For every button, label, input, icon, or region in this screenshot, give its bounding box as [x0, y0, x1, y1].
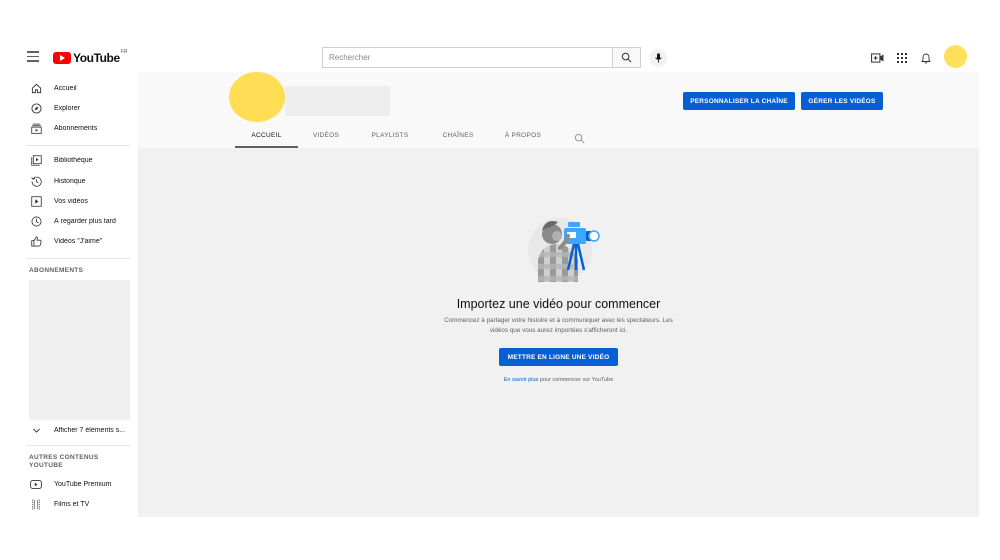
empty-state-title: Importez une vidéo pour commencer: [456, 297, 661, 311]
sidebar-item-films-tv[interactable]: Films et TV: [20, 495, 138, 513]
sidebar-item-explorer[interactable]: Explorer: [20, 99, 138, 117]
search-button[interactable]: [612, 47, 641, 68]
youtube-channel-page: YouTube FR Rechercher Accueil Explorer A…: [0, 0, 1000, 560]
subscriptions-icon: [29, 121, 43, 135]
sidebar-item-label: YouTube Premium: [54, 480, 112, 488]
search-input[interactable]: Rechercher: [322, 47, 612, 68]
sidebar-item-label: Abonnements: [54, 124, 98, 132]
logo-country-code: FR: [120, 49, 128, 55]
sidebar-item-abonnements[interactable]: Abonnements: [20, 119, 138, 137]
logo-text: YouTube: [73, 51, 120, 65]
sidebar-item-liked-videos[interactable]: Vidéos "J'aime": [20, 232, 138, 250]
tab-videos[interactable]: VIDÉOS: [303, 126, 349, 148]
thumbs-up-icon: [29, 234, 43, 248]
sidebar-item-label: Accueil: [54, 84, 77, 92]
learn-more-text: pour commencer sur YouTube: [538, 377, 614, 383]
create-video-button[interactable]: [870, 51, 884, 65]
sidebar-item-label: À regarder plus tard: [54, 217, 116, 225]
sidebar-item-label: Vos vidéos: [54, 197, 88, 205]
library-icon: [29, 153, 43, 167]
tab-chaines[interactable]: CHAÎNES: [433, 126, 483, 148]
sidebar-item-label: Films et TV: [54, 500, 90, 508]
history-icon: [29, 174, 43, 188]
apps-grid-icon: [897, 53, 907, 63]
sidebar-item-youtube-premium[interactable]: YouTube Premium: [20, 475, 138, 493]
sidebar-item-historique[interactable]: Historique: [20, 172, 138, 190]
account-avatar[interactable]: [944, 45, 967, 68]
search-placeholder: Rechercher: [329, 53, 371, 62]
channel-header: PERSONNALISER LA CHAÎNE GÉRER LES VIDÉOS…: [138, 72, 979, 148]
sidebar-item-label: Bibliothèque: [54, 156, 93, 164]
subscriptions-heading: ABONNEMENTS: [29, 267, 84, 274]
channel-avatar[interactable]: [229, 72, 285, 122]
menu-icon[interactable]: [27, 51, 39, 63]
tab-a-propos[interactable]: À PROPOS: [498, 126, 548, 148]
sidebar-divider: [26, 145, 130, 146]
tab-playlists[interactable]: PLAYLISTS: [362, 126, 418, 148]
apps-button[interactable]: [895, 51, 909, 65]
sidebar-divider: [26, 445, 130, 446]
channel-search-icon[interactable]: [574, 131, 586, 144]
microphone-icon: [654, 53, 662, 63]
sidebar-item-bibliotheque[interactable]: Bibliothèque: [20, 151, 138, 169]
sidebar-item-accueil[interactable]: Accueil: [20, 79, 138, 97]
chevron-down-icon: [29, 423, 43, 437]
voice-search-button[interactable]: [649, 49, 667, 67]
learn-more-line: En savoir plus pour commencer sur YouTub…: [138, 377, 979, 383]
empty-state-description: Commencez à partager votre histoire et à…: [444, 317, 673, 334]
top-header: YouTube FR Rechercher: [20, 42, 980, 72]
channel-name-placeholder: [285, 86, 390, 116]
camera-operator-illustration: [528, 218, 600, 282]
subscriptions-list-placeholder: [29, 280, 130, 420]
manage-videos-button[interactable]: GÉRER LES VIDÉOS: [801, 92, 883, 110]
upload-video-button[interactable]: METTRE EN LIGNE UNE VIDÉO: [499, 348, 618, 366]
channel-content: Importez une vidéo pour commencer Commen…: [138, 148, 979, 517]
youtube-premium-icon: [29, 477, 43, 491]
show-more-label: Afficher 7 éléments s...: [54, 426, 126, 434]
tab-accueil[interactable]: ACCUEIL: [235, 126, 298, 148]
film-icon: [29, 497, 43, 511]
your-videos-icon: [29, 194, 43, 208]
more-from-youtube-heading: AUTRES CONTENUS YOUTUBE: [29, 454, 99, 469]
youtube-logo[interactable]: YouTube FR: [53, 49, 128, 65]
learn-more-link[interactable]: En savoir plus: [504, 377, 539, 383]
clock-icon: [29, 214, 43, 228]
show-more-button[interactable]: Afficher 7 éléments s...: [20, 421, 138, 439]
customize-channel-button[interactable]: PERSONNALISER LA CHAÎNE: [683, 92, 795, 110]
notifications-button[interactable]: [919, 51, 933, 65]
youtube-play-icon: [53, 52, 71, 64]
sidebar-item-label: Historique: [54, 177, 86, 185]
sidebar-item-label: Vidéos "J'aime": [54, 237, 103, 245]
sidebar-item-vos-videos[interactable]: Vos vidéos: [20, 192, 138, 210]
sidebar-item-watch-later[interactable]: À regarder plus tard: [20, 212, 138, 230]
sidebar: Accueil Explorer Abonnements Bibliothèqu…: [20, 72, 138, 517]
sidebar-item-label: Explorer: [54, 104, 81, 112]
compass-icon: [29, 101, 43, 115]
notifications-bell-icon: [921, 53, 931, 63]
create-video-icon: [870, 53, 883, 63]
home-icon: [29, 81, 43, 95]
sidebar-divider: [26, 258, 130, 259]
search-icon: [621, 52, 632, 63]
